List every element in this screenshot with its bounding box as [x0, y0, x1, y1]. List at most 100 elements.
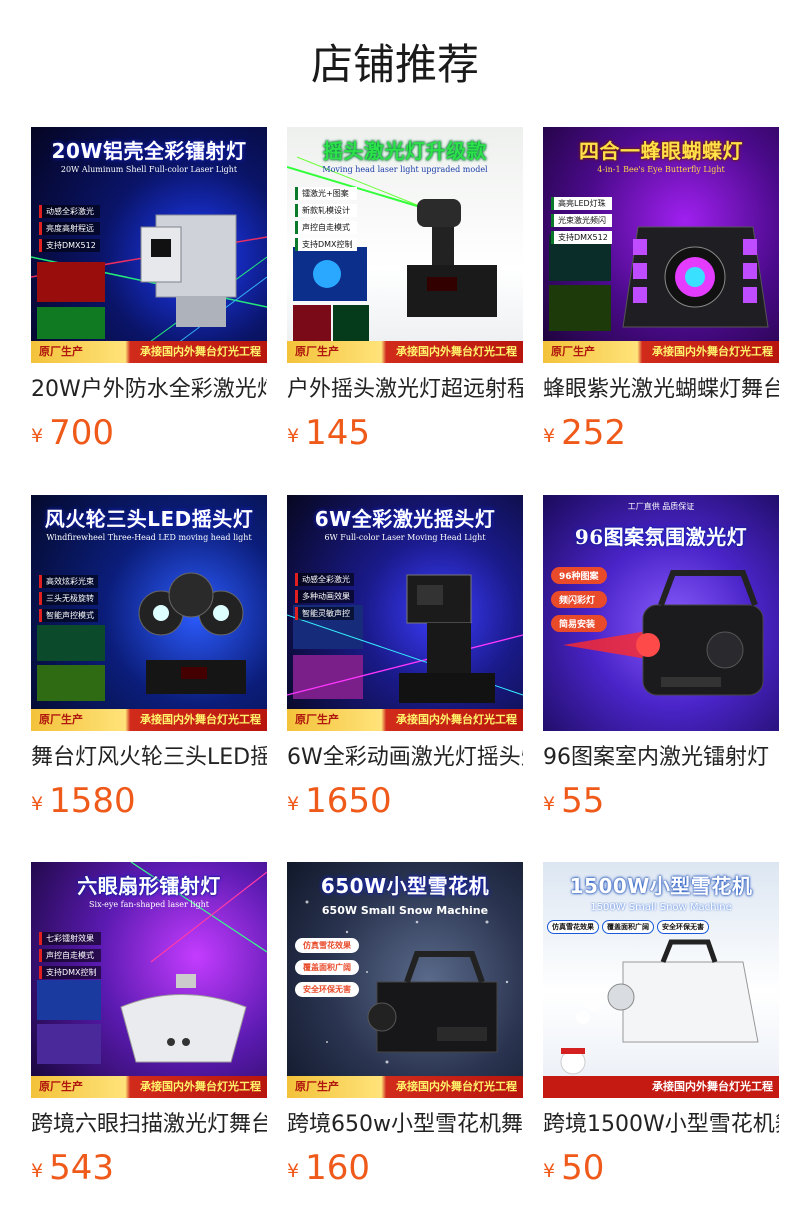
product-card[interactable]: 6W全彩激光摇头灯 6W Full-color Laser Moving Hea…	[287, 495, 523, 835]
image-title-text: 20W铝壳全彩镭射灯	[51, 139, 247, 163]
feature-tag: 智能声控模式	[39, 609, 98, 622]
feature-tag: 仿真雪花效果	[295, 938, 359, 953]
image-banner: 承接国内外舞台灯光工程	[543, 1076, 779, 1098]
banner-right-text: 承接国内外舞台灯光工程	[652, 345, 773, 358]
image-title-text: 风火轮三头LED摇头灯	[44, 507, 254, 531]
product-name[interactable]: 舞台灯风火轮三头LED摇头灯	[31, 743, 267, 773]
image-banner: 原厂生产 承接国内外舞台灯光工程	[287, 1076, 523, 1098]
feature-tag: 支持DMX控制	[295, 238, 357, 251]
price-amount: 55	[561, 781, 605, 821]
product-card[interactable]: 四合一蜂眼蝴蝶灯 4-in-1 Bee's Eye Butterfly Ligh…	[543, 127, 779, 467]
feature-tag: 动感全彩激光	[295, 573, 354, 586]
feature-tag: 七彩镭射效果	[39, 932, 101, 945]
currency-symbol: ¥	[543, 1160, 556, 1182]
price-amount: 1650	[305, 781, 392, 821]
banner-left-text: 原厂生产	[39, 713, 83, 726]
product-card[interactable]: 摇头激光灯升级款 Moving head laser light upgrade…	[287, 127, 523, 467]
feature-tag: 支持DMX512	[551, 231, 612, 244]
image-subtitle-text: Six-eye fan-shaped laser light	[89, 900, 209, 909]
currency-symbol: ¥	[287, 1160, 300, 1182]
product-price: ¥700	[31, 413, 114, 453]
price-amount: 700	[49, 413, 114, 453]
feature-tag: 亮度高射程远	[39, 222, 100, 235]
banner-right-text: 承接国内外舞台灯光工程	[396, 345, 517, 358]
product-price: ¥55	[543, 781, 604, 821]
banner-right-text: 承接国内外舞台灯光工程	[396, 1080, 517, 1093]
banner-left-text: 原厂生产	[295, 1080, 339, 1093]
image-subtitle-text: 1500W Small Snow Machine	[590, 902, 732, 913]
product-price: ¥543	[31, 1148, 114, 1188]
product-card[interactable]: 1500W小型雪花机 1500W Small Snow Machine 仿真雪花…	[543, 862, 779, 1202]
image-subtitle-text: 工厂直供 品质保证	[627, 502, 695, 511]
product-name[interactable]: 跨境1500W小型雪花机舞台	[543, 1110, 779, 1140]
product-name[interactable]: 跨境650w小型雪花机舞台	[287, 1110, 523, 1140]
banner-left-text: 原厂生产	[39, 1080, 83, 1093]
image-subtitle-text: 20W Aluminum Shell Full-color Laser Ligh…	[60, 165, 238, 174]
product-image[interactable]: 6W全彩激光摇头灯 6W Full-color Laser Moving Hea…	[287, 495, 523, 731]
feature-tag: 多种动画效果	[295, 590, 354, 603]
image-banner: 原厂生产 承接国内外舞台灯光工程	[287, 709, 523, 731]
banner-left-text: 原厂生产	[39, 345, 83, 358]
image-subtitle-text: Windfirewheel Three-Head LED moving head…	[46, 533, 252, 542]
image-banner: 原厂生产 承接国内外舞台灯光工程	[31, 341, 267, 363]
image-banner: 原厂生产 承接国内外舞台灯光工程	[543, 341, 779, 363]
product-image[interactable]: 六眼扇形镭射灯 Six-eye fan-shaped laser light 七…	[31, 862, 267, 1098]
image-subtitle-text: 650W Small Snow Machine	[321, 904, 489, 917]
feature-tag: 简易安装	[551, 615, 607, 632]
product-name[interactable]: 跨境六眼扫描激光灯舞台灯	[31, 1110, 267, 1140]
price-amount: 160	[305, 1148, 370, 1188]
banner-right-text: 承接国内外舞台灯光工程	[396, 713, 517, 726]
product-card[interactable]: 650W小型雪花机 650W Small Snow Machine 仿真雪花效果…	[287, 862, 523, 1202]
product-image[interactable]: 1500W小型雪花机 1500W Small Snow Machine 仿真雪花…	[543, 862, 779, 1098]
feature-tag: 三头无极旋转	[39, 592, 98, 605]
product-image[interactable]: 风火轮三头LED摇头灯 Windfirewheel Three-Head LED…	[31, 495, 267, 731]
feature-tag: 安全环保无害	[657, 920, 709, 934]
product-card[interactable]: 20W铝壳全彩镭射灯 20W Aluminum Shell Full-color…	[31, 127, 267, 467]
image-title-text: 四合一蜂眼蝴蝶灯	[579, 139, 743, 163]
feature-tag: 动感全彩激光	[39, 205, 100, 218]
feature-tag: 96种图案	[551, 567, 607, 584]
product-name[interactable]: 20W户外防水全彩激光灯	[31, 375, 267, 405]
product-card[interactable]: 96图案氛围激光灯 工厂直供 品质保证 96种图案 频闪彩灯 简易安装 96图案…	[543, 495, 779, 835]
product-name[interactable]: 6W全彩动画激光灯摇头灯	[287, 743, 523, 773]
image-title-text: 96图案氛围激光灯	[574, 525, 748, 549]
feature-tag: 声控自走模式	[39, 949, 101, 962]
banner-right-text: 承接国内外舞台灯光工程	[140, 345, 261, 358]
currency-symbol: ¥	[543, 793, 556, 815]
product-name[interactable]: 蜂眼紫光激光蝴蝶灯舞台灯	[543, 375, 779, 405]
image-title-text: 六眼扇形镭射灯	[77, 874, 221, 898]
product-card[interactable]: 六眼扇形镭射灯 Six-eye fan-shaped laser light 七…	[31, 862, 267, 1202]
product-name[interactable]: 户外摇头激光灯超远射程	[287, 375, 523, 405]
product-price: ¥145	[287, 413, 370, 453]
price-amount: 145	[305, 413, 370, 453]
product-name[interactable]: 96图案室内激光镭射灯	[543, 743, 779, 773]
currency-symbol: ¥	[31, 793, 44, 815]
product-image[interactable]: 650W小型雪花机 650W Small Snow Machine 仿真雪花效果…	[287, 862, 523, 1098]
feature-tag: 仿真雪花效果	[547, 920, 599, 934]
currency-symbol: ¥	[287, 793, 300, 815]
feature-tag: 频闪彩灯	[551, 591, 607, 608]
currency-symbol: ¥	[287, 425, 300, 447]
image-subtitle-text: Moving head laser light upgraded model	[322, 165, 488, 174]
image-banner: 原厂生产 承接国内外舞台灯光工程	[31, 709, 267, 731]
product-image[interactable]: 摇头激光灯升级款 Moving head laser light upgrade…	[287, 127, 523, 363]
feature-tag: 声控自走模式	[295, 221, 357, 234]
image-title-text: 6W全彩激光摇头灯	[314, 507, 496, 531]
feature-tag: 光束激光频闪	[551, 214, 612, 227]
banner-right-text: 承接国内外舞台灯光工程	[140, 1080, 261, 1093]
product-price: ¥1580	[31, 781, 136, 821]
feature-tag: 高效炫彩光束	[39, 575, 98, 588]
feature-tag: 覆盖面积广阔	[602, 920, 654, 934]
feature-tag: 智能灵敏声控	[295, 607, 354, 620]
currency-symbol: ¥	[31, 425, 44, 447]
product-image[interactable]: 20W铝壳全彩镭射灯 20W Aluminum Shell Full-color…	[31, 127, 267, 363]
feature-tag: 支持DMX控制	[39, 966, 101, 979]
product-price: ¥50	[543, 1148, 604, 1188]
product-image[interactable]: 四合一蜂眼蝴蝶灯 4-in-1 Bee's Eye Butterfly Ligh…	[543, 127, 779, 363]
banner-right-text: 承接国内外舞台灯光工程	[140, 713, 261, 726]
image-banner: 原厂生产 承接国内外舞台灯光工程	[31, 1076, 267, 1098]
price-amount: 252	[561, 413, 626, 453]
currency-symbol: ¥	[543, 425, 556, 447]
product-card[interactable]: 风火轮三头LED摇头灯 Windfirewheel Three-Head LED…	[31, 495, 267, 835]
product-image[interactable]: 96图案氛围激光灯 工厂直供 品质保证 96种图案 频闪彩灯 简易安装	[543, 495, 779, 731]
